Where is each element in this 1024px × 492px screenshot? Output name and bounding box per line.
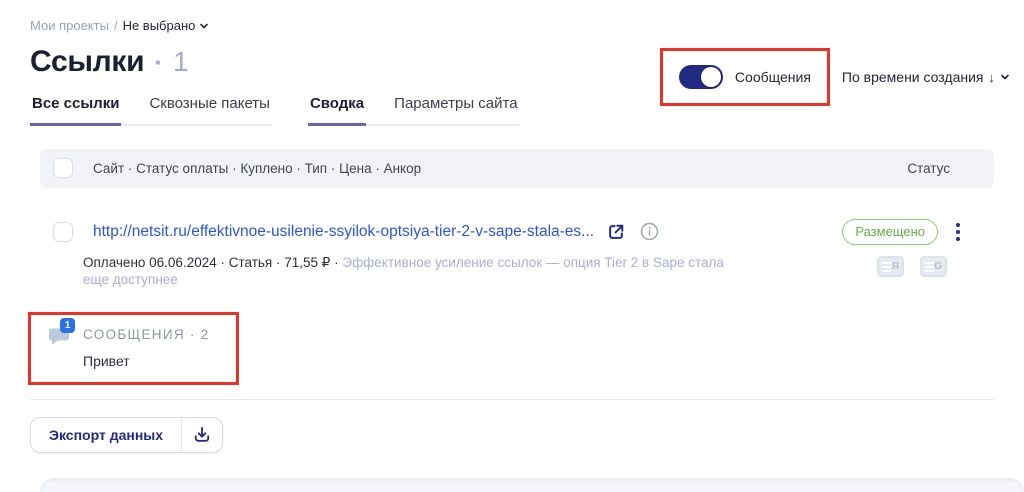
tab-site-parameters[interactable]: Параметры сайта [392,95,519,126]
tab-group-site: Сводка Параметры сайта [308,95,520,126]
export-split-button: Экспорт данных [30,417,223,453]
export-data-button[interactable]: Экспорт данных [31,418,181,452]
messages-header[interactable]: 1 СООБЩЕНИЯ · 2 [47,324,210,346]
chevron-down-icon [1000,72,1010,82]
table-header: Сайт · Статус оплаты · Куплено · Тип · Ц… [40,149,994,188]
google-index-icon: G [920,256,947,277]
page-title: Ссылки [30,45,144,79]
next-section-edge [40,478,1024,492]
messages-toggle-label: Сообщения [735,69,811,85]
sort-direction-arrow-icon: ↓ [989,70,996,85]
indexation-icons: Я G [877,256,994,277]
tab-group-links: Все ссылки Сквозные пакеты [30,95,272,126]
external-link-icon[interactable] [606,222,626,242]
payment-info: Оплачено 06.06.2024 · Статья · 71,55 ₽ · [83,255,342,270]
message-preview[interactable]: Привет [83,353,210,369]
messages-toggle-annotation-box: Сообщения [660,48,830,106]
breadcrumb-root-link[interactable]: Мои проекты [30,18,109,33]
messages-title: СООБЩЕНИЯ · 2 [83,327,210,342]
row-checkbox[interactable] [53,222,73,242]
top-controls: Сообщения По времени создания ↓ [660,48,1010,106]
table-columns-label: Сайт · Статус оплаты · Куплено · Тип · Ц… [93,161,421,176]
google-letter: G [934,261,942,272]
row-details: Оплачено 06.06.2024 · Статья · 71,55 ₽ ·… [30,254,994,288]
row-menu-kebab-icon[interactable] [952,220,964,244]
download-icon [192,425,212,445]
download-button[interactable] [182,418,222,452]
messages-toggle[interactable] [679,65,723,89]
breadcrumb-project-selector[interactable]: Не выбрано [123,18,210,33]
table-row: http://netsit.ru/effektivnoe-usilenie-ss… [30,219,994,245]
link-url[interactable]: http://netsit.ru/effektivnoe-usilenie-ss… [93,223,594,241]
table-status-column-label: Статус [907,161,950,176]
message-bubble-icon[interactable]: 1 [47,324,71,346]
yandex-index-icon: Я [877,256,904,277]
title-separator-dot: · [154,47,163,78]
unread-count-badge: 1 [60,318,75,333]
messages-annotation-box: 1 СООБЩЕНИЯ · 2 Привет [28,312,239,385]
breadcrumb: Мои проекты / Не выбрано [30,18,994,33]
select-all-checkbox[interactable] [53,158,73,178]
sort-label: По времени создания [842,69,984,85]
breadcrumb-current-label: Не выбрано [123,18,196,33]
links-page: Мои проекты / Не выбрано Ссылки · 1 Сооб… [0,0,1024,492]
section-divider [30,399,994,400]
chevron-down-icon [199,21,209,31]
tab-summary[interactable]: Сводка [308,95,366,126]
info-icon[interactable] [640,222,659,241]
links-count: 1 [173,46,189,78]
tab-through-packages[interactable]: Сквозные пакеты [147,95,272,126]
tab-all-links[interactable]: Все ссылки [30,95,121,126]
status-badge: Размещено [842,219,938,245]
row-details-text: Оплачено 06.06.2024 · Статья · 71,55 ₽ ·… [83,254,745,288]
breadcrumb-separator: / [114,18,118,33]
yandex-letter: Я [892,261,899,272]
toggle-knob [701,67,721,87]
sort-dropdown[interactable]: По времени создания ↓ [842,69,1010,85]
